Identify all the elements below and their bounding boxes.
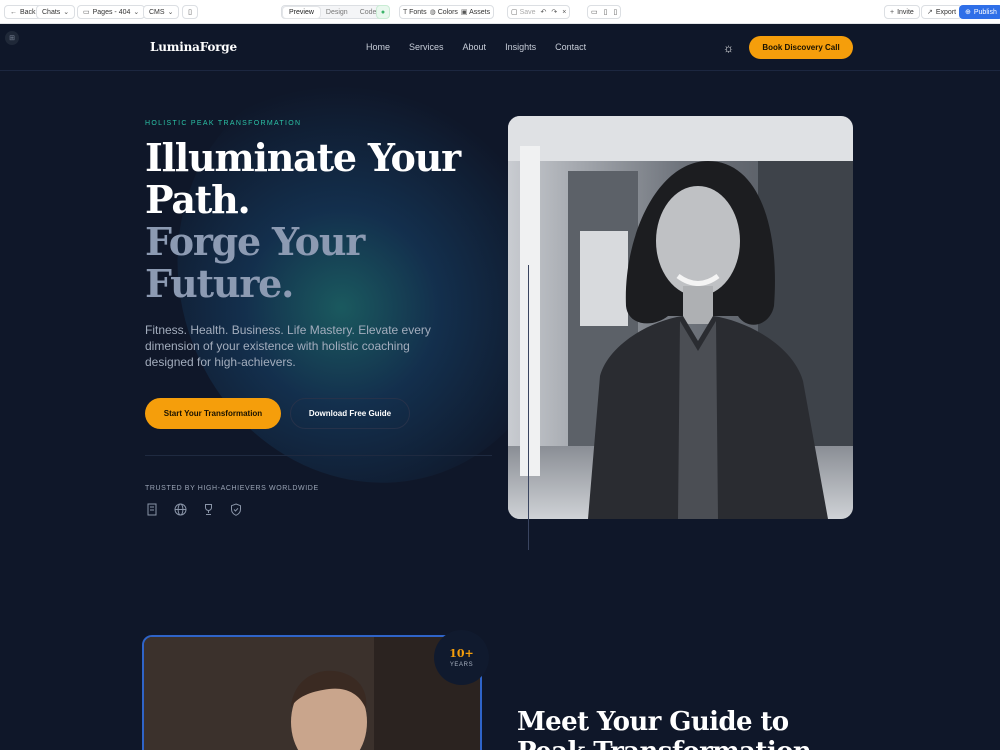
trust-logos [145,502,243,516]
colors-button[interactable]: ◍ Colors [430,8,458,16]
decorative-line [528,265,529,550]
trophy-icon [201,502,215,516]
hero-title-line-3: Forge Your [145,219,365,264]
desktop-icon[interactable]: ▭ [591,8,598,16]
trusted-label: TRUSTED BY HIGH-ACHIEVERS WORLDWIDE [145,485,319,492]
coach-portrait-image [508,116,853,519]
user-plus-icon: + [890,8,895,16]
hero-title-line-1: Illuminate Your [145,135,461,180]
site-header: LuminaForge Home Services About Insights… [0,25,1000,71]
globe-icon [173,502,187,516]
export-button[interactable]: ↗ Export [921,5,963,19]
publish-button[interactable]: ⊕ Publish [959,5,1000,19]
arrow-left-icon: ← [10,8,17,16]
redo-icon[interactable]: ↷ [551,8,557,16]
sidebar-toggle-button[interactable]: ▯ [182,5,198,19]
nav-services[interactable]: Services [409,42,444,52]
close-icon[interactable]: × [562,9,566,16]
history-group: ▢ Save ↶ ↷ × [507,5,571,19]
badge-label: YEARS [449,662,474,668]
guide-portrait-image [142,635,482,750]
hero-title-line-4: Future. [145,261,294,306]
hero-title-line-2: Path. [145,177,251,222]
palette-icon: ◍ [429,9,438,16]
save-icon: ▢ [511,9,520,16]
building-icon [145,502,159,516]
hero-eyebrow: HOLISTIC PEAK TRANSFORMATION [145,120,302,127]
chevron-down-icon: ⌄ [63,9,70,16]
chevron-down-icon: ⌄ [167,9,174,16]
nav-about[interactable]: About [463,42,487,52]
tab-preview[interactable]: Preview [283,6,320,18]
editor-toolbar: ← Back Chats ⌄ ▭ Pages - 404 ⌄ CMS ⌄ ▯ Previe… [0,0,1000,24]
start-transformation-button[interactable]: Start Your Transformation [145,398,281,429]
theme-toggle-sun-icon[interactable]: ☼ [723,41,734,55]
chats-dropdown[interactable]: Chats ⌄ [36,5,76,19]
dot-icon: ● [380,8,386,16]
tablet-icon[interactable]: ▯ [604,8,608,16]
tab-design[interactable]: Design [320,7,354,18]
status-indicator: ● [376,5,390,19]
view-mode-switch: Preview Design Code [281,5,385,19]
book-call-button[interactable]: Book Discovery Call [749,36,853,59]
sidebar-icon: ▯ [188,9,192,16]
shield-icon [229,502,243,516]
experience-badge: 10+ YEARS [434,630,489,685]
badge-number: 10+ [449,647,474,660]
mobile-icon[interactable]: ▯ [613,8,617,16]
hero-description: Fitness. Health. Business. Life Mastery.… [145,323,431,369]
site-logo[interactable]: LuminaForge [150,40,237,54]
nav-home[interactable]: Home [366,42,390,52]
nav-contact[interactable]: Contact [555,42,586,52]
pages-dropdown[interactable]: ▭ Pages - 404 ⌄ [77,5,146,19]
nav-insights[interactable]: Insights [505,42,536,52]
fonts-button[interactable]: T Fonts [403,9,427,16]
chevron-down-icon: ⌄ [133,9,140,16]
export-icon: ↗ [927,9,933,16]
invite-button[interactable]: + Invite [884,5,920,19]
image-icon: ▣ [460,9,470,16]
download-guide-button[interactable]: Download Free Guide [290,398,410,429]
cms-dropdown[interactable]: CMS ⌄ [143,5,180,19]
site-preview: ⊞ LuminaForge Home Services About Insigh… [0,25,1000,750]
folder-icon: ▭ [83,9,90,16]
save-button[interactable]: ▢ Save [511,8,536,16]
device-switcher: ▭ ▯ ▯ [587,5,622,19]
hero-divider [145,455,492,456]
guide-heading: Meet Your Guide to Peak Transformation [517,707,812,750]
main-nav: Home Services About Insights Contact [366,42,586,52]
hero-title: Illuminate Your Path. Forge Your Future. [145,137,505,305]
design-tools-group: T Fonts ◍ Colors ▣ Assets [399,5,495,19]
assets-button[interactable]: ▣ Assets [461,8,490,16]
globe-icon: ⊕ [965,9,971,16]
undo-icon[interactable]: ↶ [541,8,547,16]
